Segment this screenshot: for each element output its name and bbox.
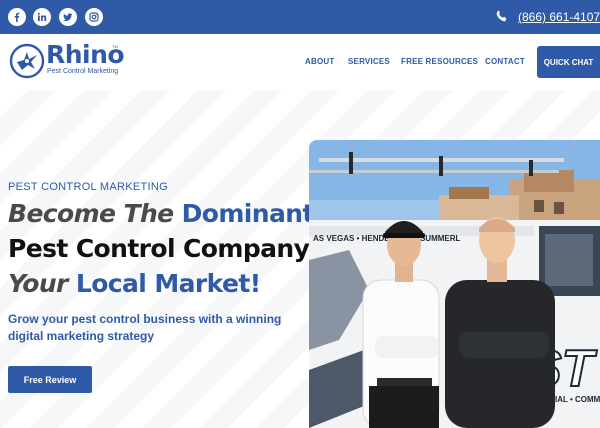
headline-dominant: Dominant bbox=[181, 199, 315, 228]
instagram-icon[interactable] bbox=[85, 8, 103, 26]
linkedin-icon[interactable] bbox=[33, 8, 51, 26]
quick-chat-button[interactable]: QUICK CHAT bbox=[537, 46, 600, 78]
headline-your: Your bbox=[8, 269, 76, 298]
hero-eyebrow: PEST CONTROL MARKETING bbox=[8, 181, 169, 193]
twitter-icon[interactable] bbox=[59, 8, 77, 26]
phone-number-link[interactable]: (866) 661-4107 bbox=[518, 10, 600, 24]
top-bar: (866) 661-4107 bbox=[0, 0, 600, 34]
logo-tagline: Pest Control Marketing bbox=[47, 68, 119, 75]
hero-headline-line-1: Become The Dominant bbox=[8, 199, 314, 229]
nav-about[interactable]: ABOUT bbox=[305, 57, 334, 66]
hero-subcopy: Grow your pest control business with a w… bbox=[8, 312, 282, 343]
nav-free-resources[interactable]: FREE RESOURCES bbox=[401, 57, 478, 66]
logo-trademark: TM bbox=[112, 44, 118, 49]
free-review-button[interactable]: Free Review bbox=[8, 366, 92, 393]
facebook-icon[interactable] bbox=[8, 8, 26, 26]
nav-services[interactable]: SERVICES bbox=[348, 57, 390, 66]
headline-local-market: Local Market! bbox=[75, 269, 261, 298]
nav-contact[interactable]: CONTACT bbox=[485, 57, 525, 66]
rhino-logo-icon[interactable] bbox=[9, 43, 45, 79]
phone-icon bbox=[496, 10, 507, 22]
headline-become: Become The bbox=[8, 199, 182, 228]
headline-company: Pest Control Company bbox=[8, 234, 310, 263]
hero-section: PEST CONTROL MARKETING Become The Domina… bbox=[0, 90, 600, 428]
hero-headline-line-3: Your Local Market! bbox=[8, 269, 261, 299]
hero-photo: AS VEGAS • HENDERSON • SUMMERL ST ENTIAL… bbox=[309, 140, 600, 428]
site-header: Rhino TM Pest Control Marketing ABOUT SE… bbox=[0, 34, 600, 90]
hero-headline-line-2: Pest Control Company In bbox=[8, 234, 344, 264]
